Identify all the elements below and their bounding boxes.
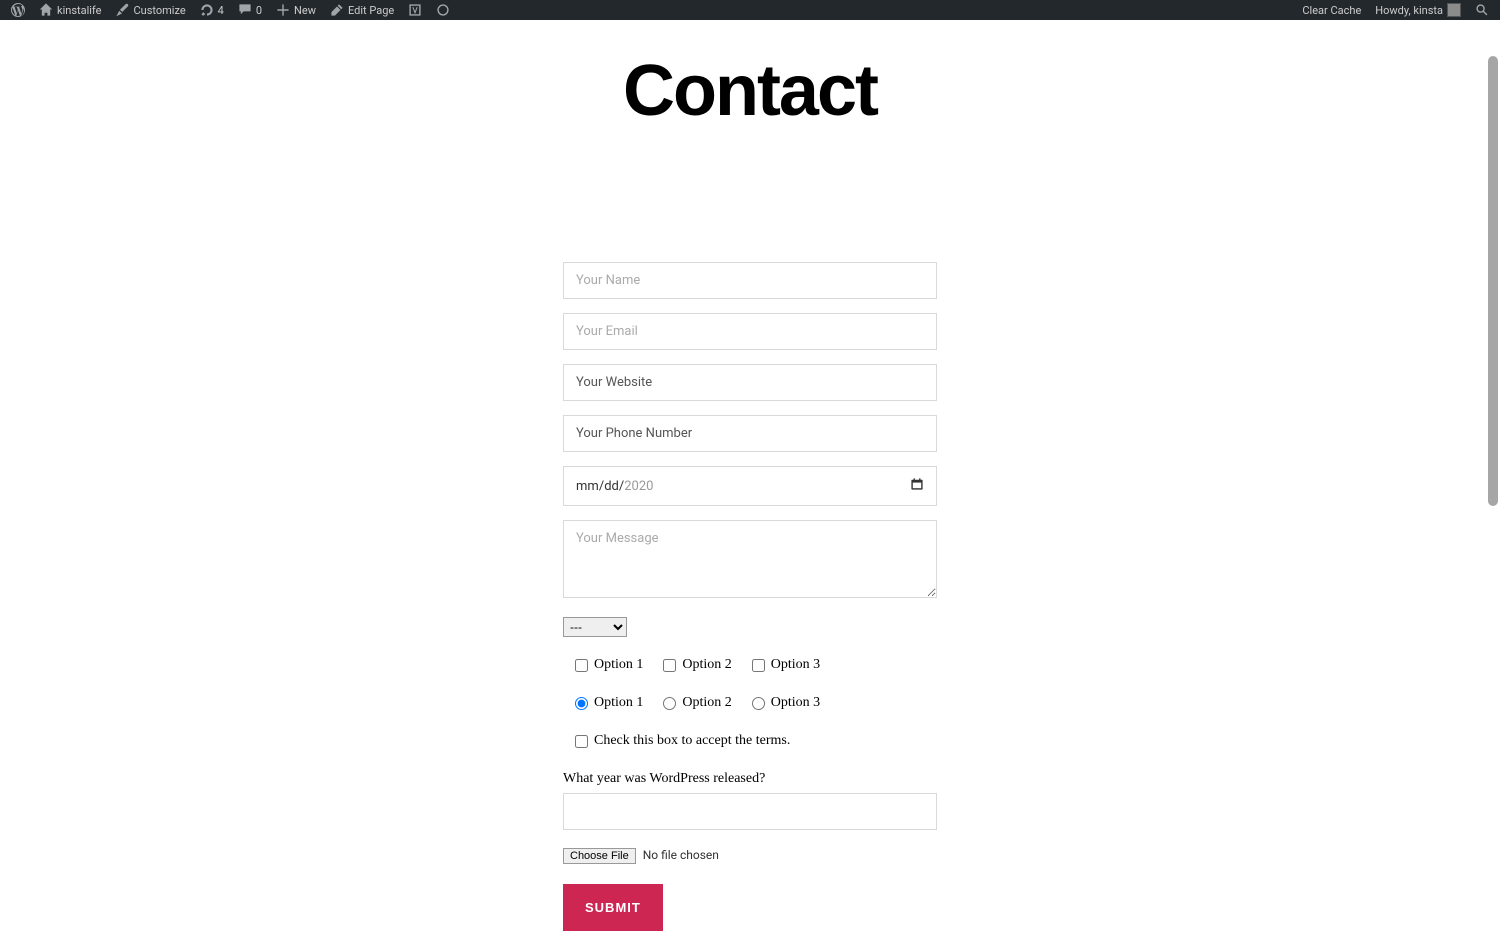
comments-menu[interactable]: 0 [231, 0, 269, 20]
message-field[interactable] [563, 520, 937, 598]
date-display: mm/dd/2020 [576, 479, 653, 494]
comment-icon [238, 3, 252, 17]
file-status-label: No file chosen [643, 848, 719, 862]
new-label: New [294, 4, 316, 17]
update-icon [200, 3, 214, 17]
radio-group: Option 1 Option 2 Option 3 [563, 695, 937, 711]
extra-menu[interactable] [429, 0, 457, 20]
radio-option-1[interactable]: Option 1 [575, 695, 643, 711]
search-toggle[interactable] [1468, 0, 1496, 20]
quiz-question-label: What year was WordPress released? [563, 771, 937, 787]
brush-icon [115, 3, 129, 17]
dropdown-menu[interactable]: --- [563, 617, 627, 637]
seo-icon [408, 3, 422, 17]
checkbox-option-2[interactable]: Option 2 [663, 657, 731, 673]
site-name-menu[interactable]: kinstalife [32, 0, 108, 20]
accept-terms-checkbox[interactable]: Check this box to accept the terms. [563, 733, 937, 749]
circle-icon [436, 3, 450, 17]
contact-form: mm/dd/2020 --- Option 1 Option 2 Option … [563, 262, 937, 931]
updates-count: 4 [218, 4, 224, 17]
file-upload[interactable]: Choose File No file chosen [563, 848, 937, 864]
choose-file-button[interactable]: Choose File [563, 848, 636, 864]
calendar-icon [910, 477, 924, 495]
customize-label: Customize [133, 4, 185, 17]
submit-button[interactable]: SUBMIT [563, 884, 663, 931]
home-icon [39, 3, 53, 17]
checkbox-option-3[interactable]: Option 3 [752, 657, 820, 673]
radio-option-3[interactable]: Option 3 [752, 695, 820, 711]
clear-cache-link[interactable]: Clear Cache [1295, 0, 1368, 20]
quiz-answer-field[interactable] [563, 793, 937, 830]
website-field[interactable] [563, 364, 937, 401]
customize-link[interactable]: Customize [108, 0, 192, 20]
site-name-label: kinstalife [57, 4, 101, 17]
updates-menu[interactable]: 4 [193, 0, 231, 20]
plus-icon [276, 3, 290, 17]
wordpress-icon [11, 3, 25, 17]
wp-logo-menu[interactable] [4, 0, 32, 20]
scrollbar-thumb[interactable] [1488, 56, 1498, 506]
edit-page-link[interactable]: Edit Page [323, 0, 401, 20]
radio-option-2[interactable]: Option 2 [663, 695, 731, 711]
clear-cache-label: Clear Cache [1302, 4, 1361, 17]
name-field[interactable] [563, 262, 937, 299]
scrollbar[interactable] [1486, 56, 1500, 797]
pencil-icon [330, 3, 344, 17]
comments-count: 0 [256, 4, 262, 17]
phone-field[interactable] [563, 415, 937, 452]
new-content-menu[interactable]: New [269, 0, 323, 20]
search-icon [1475, 3, 1489, 17]
greeting-label: Howdy, kinsta [1375, 4, 1443, 17]
page-content: Contact mm/dd/2020 --- Option 1 Option 2… [0, 20, 1500, 931]
checkbox-option-1[interactable]: Option 1 [575, 657, 643, 673]
admin-bar: kinstalife Customize 4 0 New [0, 0, 1500, 20]
checkbox-group: Option 1 Option 2 Option 3 [563, 657, 937, 673]
email-field[interactable] [563, 313, 937, 350]
yoast-menu[interactable] [401, 0, 429, 20]
edit-page-label: Edit Page [348, 4, 394, 17]
page-title: Contact [0, 50, 1500, 132]
my-account-menu[interactable]: Howdy, kinsta [1368, 0, 1468, 20]
avatar [1447, 3, 1461, 17]
date-field[interactable]: mm/dd/2020 [563, 466, 937, 506]
